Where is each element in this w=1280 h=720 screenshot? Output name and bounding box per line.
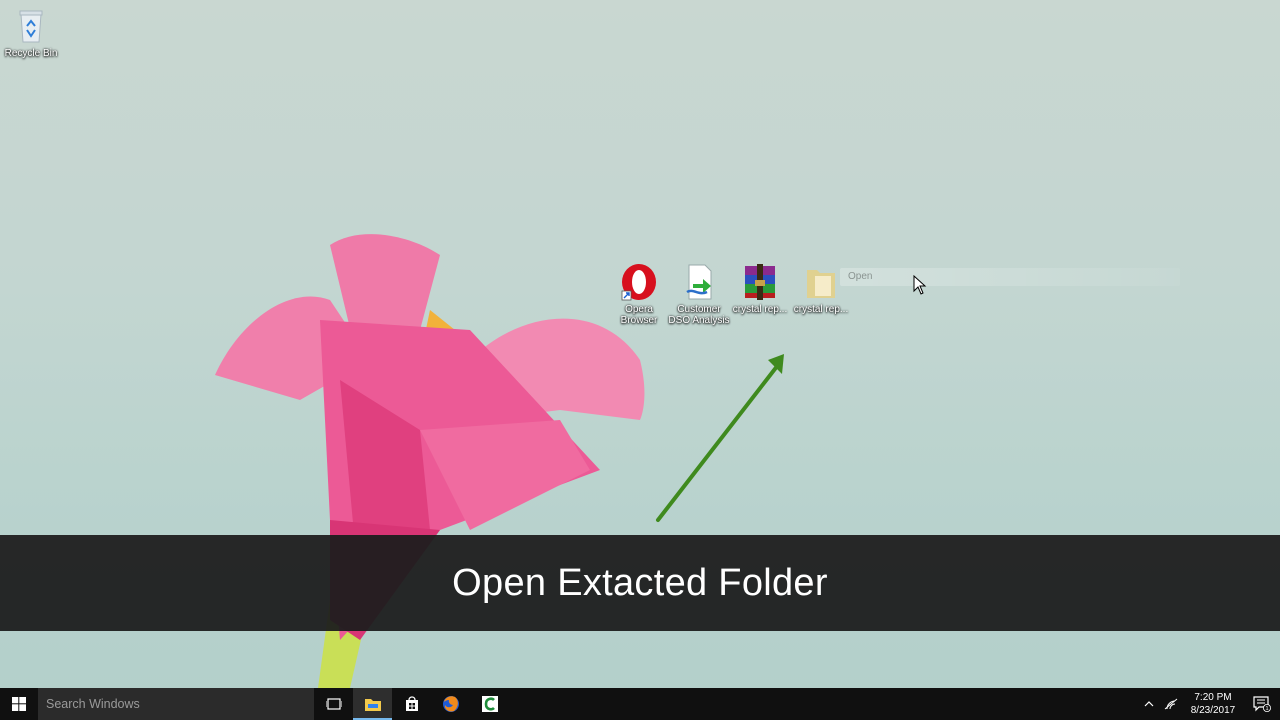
chevron-up-icon [1144, 701, 1154, 707]
show-hidden-icons-button[interactable] [1138, 688, 1160, 720]
crystal-reports-icon [481, 696, 498, 712]
clock-time: 7:20 PM [1194, 692, 1232, 703]
store-button[interactable] [392, 688, 431, 720]
caption-banner: Open Extacted Folder [0, 535, 1280, 631]
mouse-cursor-icon [913, 275, 927, 295]
caption-text: Open Extacted Folder [452, 561, 828, 604]
desktop-icon-label: crystal rep... [732, 304, 788, 315]
open-action-label: Open [848, 271, 873, 282]
report-file-icon [679, 262, 719, 302]
desktop-icon-recycle-bin[interactable]: Recycle Bin [0, 6, 62, 59]
desktop-icon-label: crystal rep... [793, 304, 849, 315]
taskbar: Search Windows 7:20 PM 8/23/2017 1 [0, 688, 1280, 720]
file-explorer-button[interactable] [353, 688, 392, 720]
desktop[interactable]: Recycle Bin Opera Browser Customer DSO A… [0, 0, 1280, 688]
clock[interactable]: 7:20 PM 8/23/2017 [1182, 691, 1244, 717]
desktop-icon-winrar-archive[interactable]: crystal rep... [729, 262, 791, 315]
winrar-archive-icon [740, 262, 780, 302]
folder-icon [801, 262, 841, 302]
crystal-reports-button[interactable] [470, 688, 509, 720]
open-action-hint[interactable]: Open [840, 268, 1180, 286]
desktop-icon-opera-browser[interactable]: Opera Browser [608, 262, 670, 326]
network-button[interactable] [1160, 688, 1182, 720]
recycle-bin-icon [11, 6, 51, 46]
task-view-icon [325, 698, 342, 710]
system-tray: 7:20 PM 8/23/2017 1 [1138, 688, 1280, 720]
clock-date: 8/23/2017 [1190, 705, 1236, 716]
firefox-icon [442, 696, 459, 712]
file-explorer-icon [364, 699, 381, 711]
notification-icon: 1 [1253, 696, 1271, 712]
notification-count: 1 [1265, 706, 1268, 712]
task-view-button[interactable] [314, 688, 353, 720]
start-button[interactable] [0, 688, 38, 720]
action-center-button[interactable]: 1 [1244, 688, 1280, 720]
search-placeholder: Search Windows [46, 697, 140, 711]
desktop-icon-label: Opera Browser [620, 304, 658, 326]
firefox-button[interactable] [431, 688, 470, 720]
opera-icon [619, 262, 659, 302]
wifi-icon [1164, 698, 1178, 710]
windows-logo-icon [12, 697, 26, 711]
arrow-annotation [656, 354, 784, 522]
store-icon [405, 696, 418, 711]
desktop-icon-label: Customer DSO Analysis [668, 304, 730, 326]
search-box[interactable]: Search Windows [38, 688, 314, 720]
desktop-icon-label: Recycle Bin [4, 48, 58, 59]
desktop-icon-customer-dso-analysis[interactable]: Customer DSO Analysis [668, 262, 730, 326]
